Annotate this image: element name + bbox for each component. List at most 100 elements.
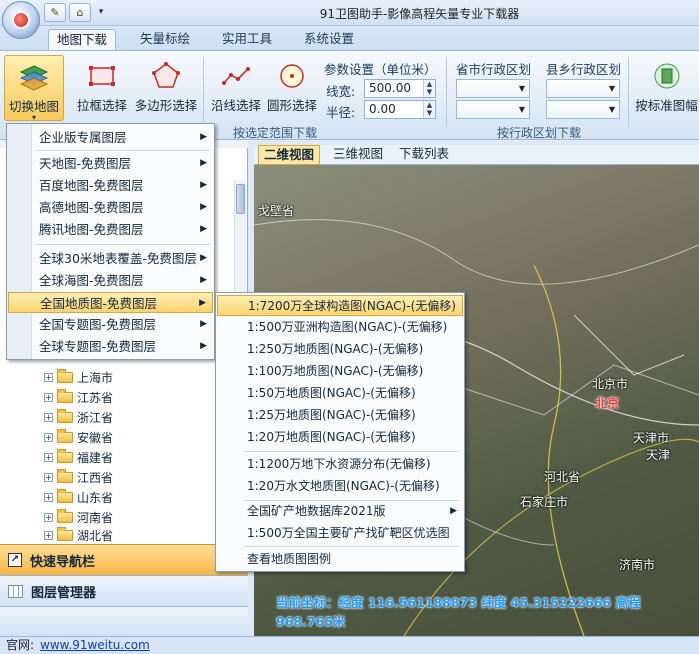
menu-item-nautical[interactable]: 全球海图-免费图层 ▶ [8,270,213,291]
tab-2d-view[interactable]: 二维视图 [258,145,321,165]
county-label: 县乡行政区划 [546,62,622,77]
menu-item-gaode[interactable]: 高德地图-免费图层 ▶ [8,197,213,218]
tree-item[interactable]: + 山东省 [44,488,113,506]
province-select[interactable]: ▼ [456,79,530,98]
submenu-arrow-icon: ▶ [200,275,207,285]
expand-icon[interactable]: + [44,452,53,462]
folder-icon [57,468,73,483]
menu-item-geology[interactable]: 全国地质图-免费图层 ▶ [8,292,213,313]
tab-utilities[interactable]: 实用工具 [214,29,280,50]
switch-map-button[interactable]: 切换地图 ▾ [4,55,64,122]
submenu-item[interactable]: 1:20万水文地质图(NGAC)-(无偏移) [217,476,463,497]
menu-item-label: 高德地图-免费图层 [39,200,144,215]
radius-stepper[interactable]: 0.00 ▲ ▼ [364,100,436,119]
menu-item-label: 百度地图-免费图层 [39,178,144,193]
city-select[interactable]: ▼ [456,100,530,119]
stepper-arrows-icon[interactable]: ▲ ▼ [423,101,435,118]
quick-nav-bar[interactable]: ↗ 快速导航栏 [0,544,248,575]
submenu-item[interactable]: 1:250万地质图(NGAC)-(无偏移) [217,339,463,360]
submenu-arrow-icon: ▶ [200,319,207,329]
expand-icon[interactable]: + [44,530,53,540]
expand-icon[interactable]: + [44,372,53,382]
submenu-item[interactable]: 1:7200万全球构造图(NGAC)-(无偏移) [217,295,463,316]
tree-item[interactable]: + 江苏省 [44,388,113,406]
layer-manager-bar[interactable]: 图层管理器 [0,575,248,606]
scrollbar-thumb[interactable] [236,184,245,214]
expand-icon[interactable]: + [44,472,53,482]
tab-map-download[interactable]: 地图下载 [48,29,117,50]
expand-icon[interactable]: + [44,392,53,402]
app-menu-orb[interactable] [2,1,40,39]
submenu-item-minerals[interactable]: 全国矿产地数据库2021版 ▶ [217,501,463,522]
menu-item-landcover[interactable]: 全球30米地表覆盖-免费图层 ▶ [8,248,213,269]
map-label-tianjin-city: 天津市 [633,431,670,445]
tree-item[interactable]: + 湖北省 [44,527,113,543]
tab-download-list[interactable]: 下载列表 [394,145,454,165]
rect-select-label: 拉框选择 [76,98,127,113]
expand-icon[interactable]: + [44,512,53,522]
polygon-select-label: 多边形选择 [134,98,198,113]
map-label-jinan: 济南市 [619,558,656,572]
map-label-gobi: 戈壁省 [258,204,295,218]
submenu-arrow-icon: ▶ [450,506,457,516]
tree-item-label: 安徽省 [77,430,114,445]
tree-item-label: 山东省 [77,490,114,505]
menu-item-label: 全国专题图-免费图层 [39,317,157,332]
menu-separator [35,244,210,245]
expand-icon[interactable]: + [44,412,53,422]
submenu-item[interactable]: 1:50万地质图(NGAC)-(无偏移) [217,383,463,404]
website-link[interactable]: www.91weitu.com [40,638,150,652]
circle-select-label: 圆形选择 [266,98,317,113]
tree-item[interactable]: + 浙江省 [44,408,113,426]
menu-item-label: 全球30米地表覆盖-免费图层 [39,251,197,266]
tree-item-label: 河南省 [77,510,114,525]
line-width-stepper[interactable]: 500.00 ▲ ▼ [364,79,436,98]
tree-item[interactable]: + 福建省 [44,448,113,466]
coordinate-readout: 当前坐标：经度 116.561188873 纬度 45.315222666 高程… [276,595,641,629]
tab-3d-view[interactable]: 三维视图 [328,145,388,165]
submenu-item[interactable]: 1:1200万地下水资源分布(无偏移) [217,454,463,475]
menu-separator [244,546,459,547]
tab-settings[interactable]: 系统设置 [296,29,362,50]
expand-icon[interactable]: + [44,432,53,442]
tree-item[interactable]: + 河南省 [44,508,113,526]
tree-item[interactable]: + 江西省 [44,468,113,486]
polygon-select-button[interactable]: 多边形选择 [132,61,200,113]
line-width-label: 线宽: [326,84,356,99]
tree-item[interactable]: + 安徽省 [44,428,113,446]
circle-select-button[interactable]: 圆形选择 [264,61,320,113]
submenu-arrow-icon: ▶ [200,341,207,351]
standard-sheet-button[interactable]: 按标准图幅 [634,61,699,113]
folder-icon [57,408,73,423]
menu-item-baidu[interactable]: 百度地图-免费图层 ▶ [8,175,213,196]
tree-item-label: 浙江省 [77,410,114,425]
menu-item-national-thematic[interactable]: 全国专题图-免费图层 ▶ [8,314,213,335]
group-label-range: 按选定范围下载 [232,126,317,140]
polygon-icon [152,62,180,88]
submenu-item[interactable]: 1:25万地质图(NGAC)-(无偏移) [217,405,463,426]
submenu-item[interactable]: 1:20万地质图(NGAC)-(无偏移) [217,427,463,448]
tree-item[interactable]: + 上海市 [44,368,113,386]
map-layers-icon [19,65,49,91]
stepper-arrows-icon[interactable]: ▲ ▼ [423,80,435,97]
dropdown-arrow-icon: ▾ [31,113,36,122]
tab-vector-plot[interactable]: 矢量标绘 [132,29,198,50]
tree-item-label: 湖北省 [77,528,114,543]
menu-item-enterprise[interactable]: 企业版专属图层 ▶ [8,127,213,148]
rect-select-button[interactable]: 拉框选择 [74,61,130,113]
expand-icon[interactable]: + [44,492,53,502]
submenu-item[interactable]: 1:100万地质图(NGAC)-(无偏移) [217,361,463,382]
town-select[interactable]: ▼ [546,100,620,119]
menu-separator [35,150,210,151]
submenu-item[interactable]: 1:500万亚洲构造图(NGAC)-(无偏移) [217,317,463,338]
menu-item-global-thematic[interactable]: 全球专题图-免费图层 ▶ [8,336,213,357]
menu-item-tencent[interactable]: 腾讯地图-免费图层 ▶ [8,219,213,240]
folder-icon [57,488,73,503]
submenu-item-legend[interactable]: 查看地质图图例 [217,549,463,570]
line-select-button[interactable]: 沿线选择 [208,61,264,113]
folder-icon [57,428,73,443]
county-select[interactable]: ▼ [546,79,620,98]
menu-item-tianditu[interactable]: 天地图-免费图层 ▶ [8,153,213,174]
window-title: 91卫图助手-影像高程矢量专业下载器 [319,7,520,21]
submenu-item[interactable]: 1:500万全国主要矿产找矿靶区优选图 [217,523,463,544]
